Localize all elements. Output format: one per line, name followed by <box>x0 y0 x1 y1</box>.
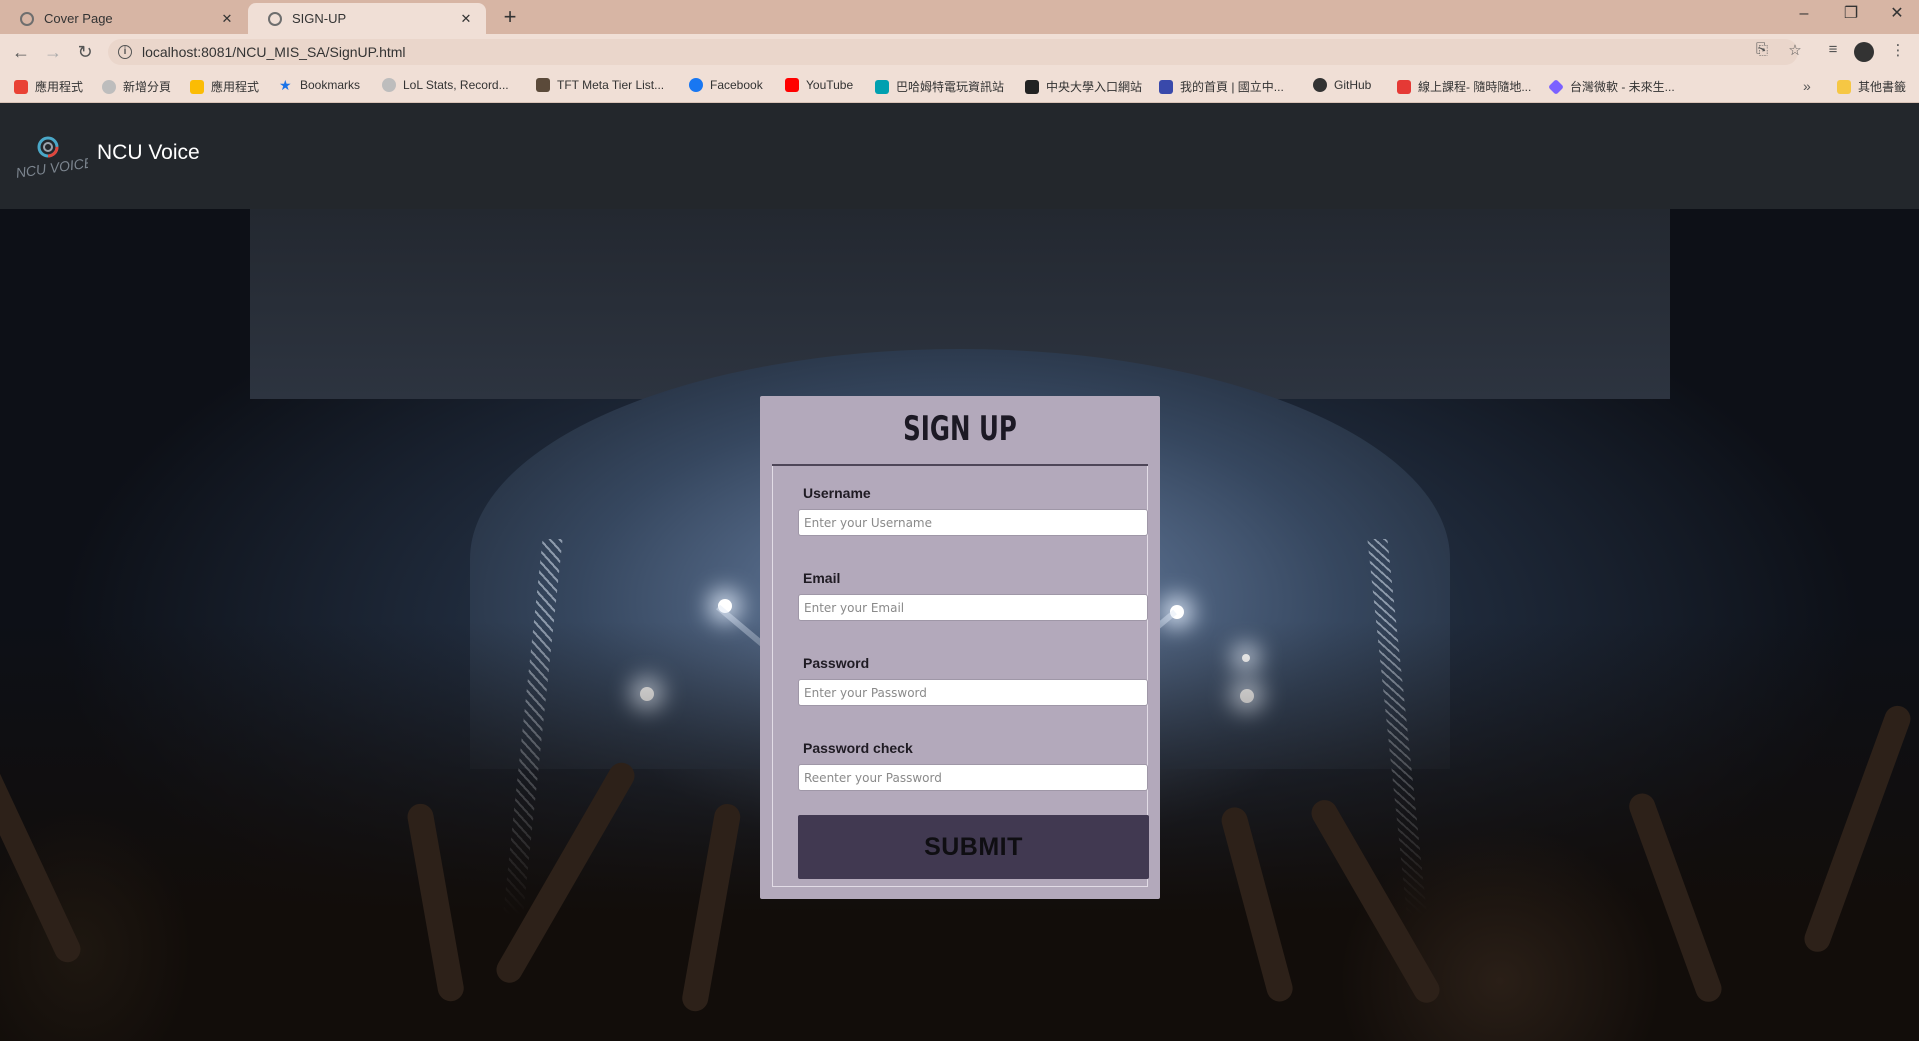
submit-button[interactable]: SUBMIT <box>798 815 1149 879</box>
facebook-icon <box>689 78 703 92</box>
signup-card: SIGN UP Username Email Password Password… <box>760 396 1160 899</box>
github-icon <box>1313 78 1327 92</box>
close-icon[interactable]: ✕ <box>219 11 235 27</box>
globe-icon <box>20 11 34 26</box>
folder-icon <box>1837 79 1851 94</box>
address-bar[interactable]: i localhost:8081/NCU_MIS_SA/SignUP.html <box>108 39 1798 65</box>
apps-grid-icon <box>14 79 28 94</box>
bookmark-label: 其他書籤 <box>1858 80 1907 94</box>
brand-name[interactable]: NCU Voice <box>97 141 200 165</box>
password-check-input[interactable] <box>798 764 1148 791</box>
bookmark-star-icon[interactable]: ☆ <box>1784 41 1806 59</box>
raised-hand <box>0 719 85 967</box>
bookmark-label: 台灣微軟 - 未來生... <box>1570 80 1675 94</box>
bookmark-item[interactable]: LoL Stats, Record... <box>382 78 509 92</box>
raised-hand <box>1625 789 1726 1006</box>
profile-avatar[interactable] <box>1854 42 1874 62</box>
bookmark-item[interactable]: YouTube <box>785 78 853 92</box>
bookmark-item[interactable]: 應用程式 <box>14 78 83 95</box>
password-label: Password <box>803 655 870 671</box>
tab-cover-page[interactable]: Cover Page ✕ <box>0 3 247 34</box>
minimize-icon[interactable]: – <box>1786 0 1822 30</box>
raised-hand <box>405 801 466 1004</box>
other-bookmarks[interactable]: 其他書籤 <box>1837 78 1906 95</box>
bookmark-item[interactable]: 台灣微軟 - 未來生... <box>1548 78 1675 95</box>
microsoft-icon <box>1548 78 1564 95</box>
bookmark-label: 線上課程- 隨時隨地... <box>1418 80 1532 94</box>
bookmark-item[interactable]: 巴哈姆特電玩資訊站 <box>875 78 1004 95</box>
bookmark-item[interactable]: Facebook <box>689 78 763 92</box>
new-tab-button[interactable]: + <box>496 3 524 31</box>
star-icon: ★ <box>279 77 292 93</box>
bookmark-label: TFT Meta Tier List... <box>557 78 665 92</box>
bookmark-item[interactable]: 新增分頁 <box>102 78 171 95</box>
bookmark-label: Facebook <box>710 78 763 92</box>
bookmarks-overflow-icon[interactable]: » <box>1803 78 1811 94</box>
raised-hand <box>491 757 640 988</box>
media-queue-icon[interactable]: ≡ <box>1822 41 1844 58</box>
restore-icon[interactable]: ❐ <box>1833 0 1869 30</box>
browser-tabstrip: Cover Page ✕ SIGN-UP ✕ + – ❐ ✕ <box>0 0 1919 34</box>
page-title: SIGN UP <box>903 409 1017 449</box>
forward-icon[interactable]: → <box>41 40 65 64</box>
bookmark-label: 巴哈姆特電玩資訊站 <box>896 80 1005 94</box>
bookmark-item[interactable]: 我的首頁 | 國立中... <box>1159 78 1284 95</box>
bookmark-item[interactable]: GitHub <box>1313 78 1371 92</box>
bookmark-label: 應用程式 <box>35 80 84 94</box>
ncu-voice-logo[interactable]: NCU VOICE <box>14 133 88 181</box>
bookmark-label: YouTube <box>806 78 854 92</box>
bookmark-label: LoL Stats, Record... <box>403 78 509 92</box>
bookmark-label: GitHub <box>1334 78 1372 92</box>
raised-hand <box>1800 702 1915 956</box>
close-icon[interactable]: ✕ <box>458 11 474 27</box>
globe-icon <box>382 78 396 92</box>
menu-icon[interactable]: ⋮ <box>1887 41 1909 59</box>
bookmark-label: 我的首頁 | 國立中... <box>1180 80 1284 94</box>
back-icon[interactable]: ← <box>9 40 33 64</box>
site-header: NCU VOICE NCU Voice <box>0 103 1919 209</box>
tft-icon <box>536 78 550 92</box>
bookmarks-bar: 應用程式 新增分頁 應用程式 ★ Bookmarks LoL Stats, Rec… <box>0 70 1919 103</box>
password-input[interactable] <box>798 679 1148 706</box>
url-text: localhost:8081/NCU_MIS_SA/SignUP.html <box>142 44 406 60</box>
coursera-icon <box>1397 79 1411 94</box>
raised-hand <box>680 801 743 1014</box>
bookmark-item[interactable]: 中央大學入口網站 <box>1025 78 1142 95</box>
site-info-icon[interactable]: i <box>118 45 132 59</box>
email-label: Email <box>803 570 841 586</box>
globe-icon <box>102 79 116 94</box>
reload-icon[interactable]: ↻ <box>73 40 97 64</box>
bookmark-label: 中央大學入口網站 <box>1046 80 1143 94</box>
bookmark-item[interactable]: 線上課程- 隨時隨地... <box>1397 78 1531 95</box>
email-input[interactable] <box>798 594 1148 621</box>
bahamut-icon <box>875 79 889 94</box>
bookmark-label: 新增分頁 <box>123 80 172 94</box>
raised-hand <box>1306 795 1445 1008</box>
moodle-icon <box>1159 79 1173 94</box>
tab-sign-up[interactable]: SIGN-UP ✕ <box>248 3 486 34</box>
bookmark-label: Bookmarks <box>300 78 361 92</box>
username-input[interactable] <box>798 509 1148 536</box>
tab-title: Cover Page <box>44 11 113 26</box>
bookmark-item[interactable]: 應用程式 <box>190 78 259 95</box>
bookmark-item[interactable]: TFT Meta Tier List... <box>536 78 664 92</box>
raised-hand <box>1218 804 1296 1005</box>
bookmark-item[interactable]: ★ Bookmarks <box>279 78 360 92</box>
window-close-icon[interactable]: ✕ <box>1879 0 1915 30</box>
globe-icon <box>268 11 282 26</box>
translate-icon[interactable]: ⎘ <box>1751 41 1773 58</box>
tab-title: SIGN-UP <box>292 11 347 26</box>
apps-grid-icon <box>190 79 204 94</box>
ncu-portal-icon <box>1025 79 1039 94</box>
bookmark-label: 應用程式 <box>211 80 260 94</box>
signup-fieldset: Username Email Password Password check S… <box>772 466 1149 887</box>
svg-text:NCU VOICE: NCU VOICE <box>15 154 88 181</box>
password-check-label: Password check <box>803 740 913 756</box>
youtube-icon <box>785 78 799 92</box>
username-label: Username <box>803 485 871 501</box>
browser-toolbar: ← → ↻ i localhost:8081/NCU_MIS_SA/SignUP… <box>0 34 1919 70</box>
